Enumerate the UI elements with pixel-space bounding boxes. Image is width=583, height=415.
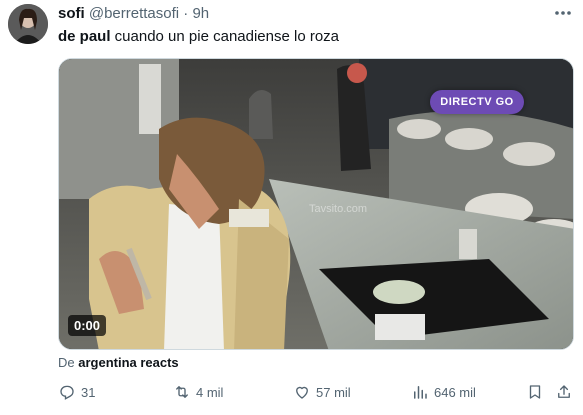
like-icon xyxy=(296,386,308,399)
reply-icon xyxy=(60,385,74,400)
source-prefix: De xyxy=(58,355,79,370)
tweet-text: de paul cuando un pie canadiense lo roza xyxy=(58,27,339,46)
like-button[interactable]: 57 mil xyxy=(293,383,351,401)
video-player[interactable]: DIRECTV GO Tavsito.com 0:00 xyxy=(58,58,574,350)
views-button[interactable]: 646 mil xyxy=(411,383,476,401)
share-button[interactable] xyxy=(555,383,573,401)
reply-count: 31 xyxy=(81,384,96,400)
tweet-text-rest: cuando un pie canadiense lo roza xyxy=(110,28,340,45)
display-name[interactable]: sofi xyxy=(58,5,85,22)
repost-count: 4 mil xyxy=(196,384,224,400)
views-icon xyxy=(414,386,427,399)
action-bar: 31 4 mil 57 mil 646 mil xyxy=(58,383,573,405)
more-icon[interactable] xyxy=(553,3,573,28)
tweet-header: sofi @berrettasofi · 9h xyxy=(58,5,209,23)
reply-button[interactable]: 31 xyxy=(58,383,95,401)
repost-button[interactable]: 4 mil xyxy=(173,383,223,401)
views-count: 646 mil xyxy=(434,384,476,400)
user-handle[interactable]: @berrettasofi xyxy=(89,5,179,22)
video-timestamp: 0:00 xyxy=(68,315,107,336)
tweet-text-bold: de paul xyxy=(58,28,111,45)
repost-icon xyxy=(176,386,188,398)
source-link[interactable]: argentina reacts xyxy=(78,355,178,370)
bookmark-icon xyxy=(529,385,541,399)
separator-dot: · xyxy=(183,5,189,22)
share-icon xyxy=(558,385,570,398)
media-source: De argentina reacts xyxy=(58,355,179,371)
post-time[interactable]: 9h xyxy=(192,5,209,22)
avatar[interactable] xyxy=(8,4,48,44)
like-count: 57 mil xyxy=(316,384,351,400)
bookmark-button[interactable] xyxy=(526,383,544,401)
video-watermark: Tavsito.com xyxy=(309,203,368,215)
brand-badge: DIRECTV GO xyxy=(430,90,524,114)
